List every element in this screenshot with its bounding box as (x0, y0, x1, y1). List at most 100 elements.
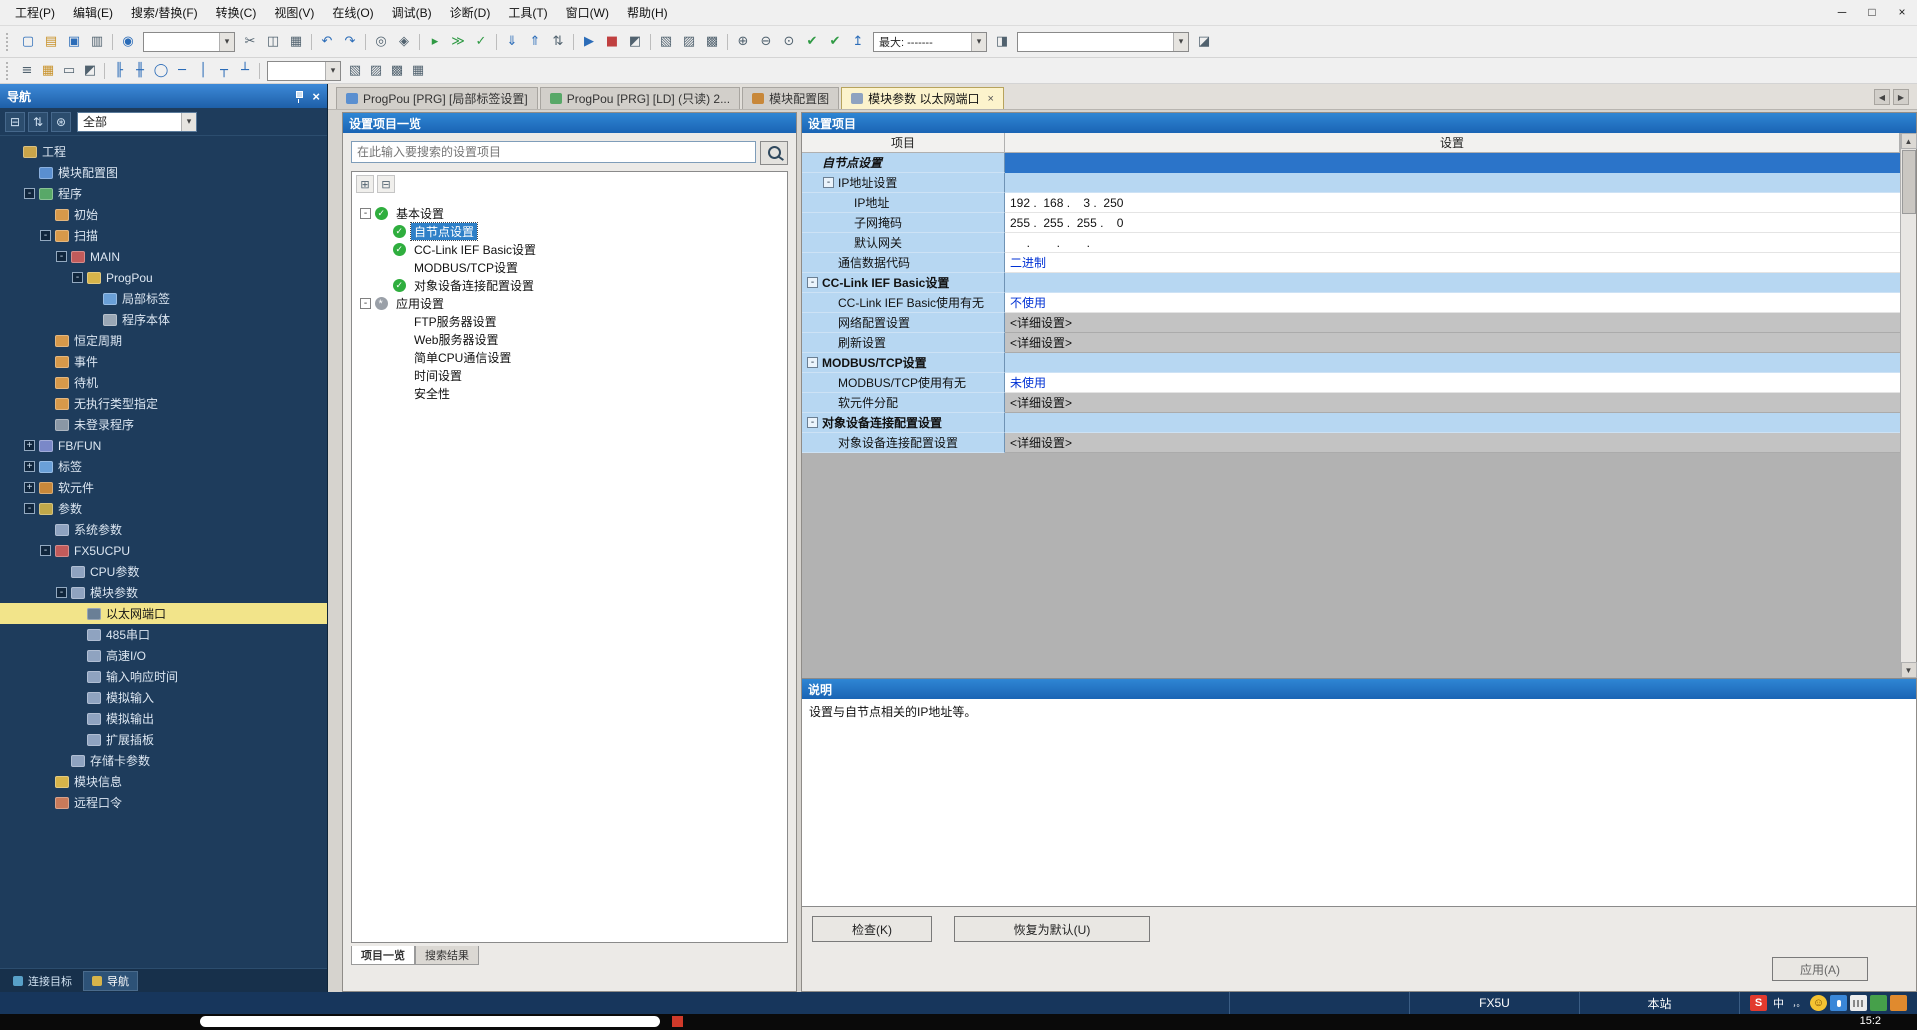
monitor-start-icon[interactable]: ▶ (578, 31, 600, 53)
settings-row[interactable]: MODBUS/TCP使用有无 未使用 (802, 373, 1900, 393)
expand-toggle-icon[interactable] (360, 298, 371, 309)
keyboard-icon[interactable] (1850, 995, 1867, 1011)
nav-tree-item[interactable]: 参数 (0, 498, 327, 519)
nav-tree-item[interactable]: 485串口 (0, 624, 327, 645)
collapse-all-icon[interactable]: ⊟ (377, 175, 395, 193)
setting-tree-item[interactable]: 安全性 (352, 384, 787, 402)
setting-item-cell[interactable]: 对象设备连接配置设置 (802, 413, 1005, 433)
nav-tree-item[interactable]: 待机 (0, 372, 327, 393)
document-tab[interactable]: 模块参数 以太网端口 × (841, 87, 1004, 109)
menu-item[interactable]: 窗口(W) (557, 2, 618, 24)
branch-line-icon[interactable]: ┬ (214, 61, 234, 81)
menu-item[interactable]: 视图(V) (265, 2, 323, 24)
expand-toggle-icon[interactable] (56, 587, 67, 598)
minimize-button[interactable]: ─ (1827, 3, 1857, 23)
scroll-down-icon[interactable]: ▼ (1901, 662, 1917, 678)
register-watch-icon[interactable]: ◪ (1193, 31, 1215, 53)
setting-item-cell[interactable]: MODBUS/TCP设置 (802, 353, 1005, 373)
setting-value-cell[interactable] (1005, 413, 1900, 433)
nav-tree-item[interactable]: 远程口令 (0, 792, 327, 813)
close-contact-icon[interactable]: ╫ (130, 61, 150, 81)
setting-tree-item[interactable]: 对象设备连接配置设置 (352, 276, 787, 294)
nav-tree-item[interactable]: 存储卡参数 (0, 750, 327, 771)
replace-icon[interactable]: ◈ (393, 31, 415, 53)
setting-tree-item[interactable]: CC-Link IEF Basic设置 (352, 240, 787, 258)
find-icon[interactable]: ◎ (370, 31, 392, 53)
expand-toggle-icon[interactable] (24, 440, 35, 451)
nav-tree-item[interactable]: 程序 (0, 183, 327, 204)
display-setting-icon[interactable]: ▦ (408, 61, 428, 81)
element-selection-icon[interactable]: ▦ (38, 61, 58, 81)
setting-tree-item[interactable]: 自节点设置 (352, 222, 787, 240)
delete-line-icon[interactable]: ┴ (235, 61, 255, 81)
settings-row[interactable]: IP地址设置 (802, 173, 1900, 193)
horizontal-line-icon[interactable]: ─ (172, 61, 192, 81)
print-icon[interactable]: ▥ (86, 31, 108, 53)
search-button[interactable] (760, 141, 788, 165)
watch-device-combo[interactable]: ▾ (1017, 32, 1189, 52)
scroll-tabs-right-icon[interactable]: ▶ (1893, 89, 1909, 105)
redo-icon[interactable]: ↷ (339, 31, 361, 53)
monitor-stop-icon[interactable]: ■ (601, 31, 623, 53)
expand-all-icon[interactable]: ⊞ (356, 175, 374, 193)
settings-row[interactable]: 默认网关 . . . (802, 233, 1900, 253)
expand-toggle-icon[interactable] (24, 188, 35, 199)
open-icon[interactable]: ▤ (40, 31, 62, 53)
cross-reference-icon[interactable]: ◨ (991, 31, 1013, 53)
setting-item-cell[interactable]: 默认网关 (802, 233, 1005, 253)
menu-item[interactable]: 编辑(E) (64, 2, 122, 24)
setting-item-cell[interactable]: 网络配置设置 (802, 313, 1005, 333)
setting-tree-item[interactable]: 应用设置 (352, 294, 787, 312)
output-window-icon[interactable]: ▭ (59, 61, 79, 81)
watch-max-combo[interactable]: 最大: -------▾ (873, 32, 987, 52)
nav-tree-item[interactable]: 初始 (0, 204, 327, 225)
menu-item[interactable]: 诊断(D) (441, 2, 500, 24)
setting-value-cell[interactable]: <详细设置> (1005, 313, 1900, 333)
skin-icon[interactable] (1870, 995, 1887, 1011)
sogou-logo-icon[interactable]: S (1750, 995, 1767, 1011)
navigation-tab[interactable]: 连接目标 (5, 971, 80, 991)
expand-toggle-icon[interactable] (72, 272, 83, 283)
coil-icon[interactable]: ◯ (151, 61, 171, 81)
nav-tree-item[interactable]: 输入响应时间 (0, 666, 327, 687)
setting-item-cell[interactable]: 刷新设置 (802, 333, 1005, 353)
setting-value-cell[interactable]: 192 . 168 . 3 . 250 (1005, 193, 1900, 213)
statement-display-icon[interactable]: ▨ (366, 61, 386, 81)
expand-toggle-icon[interactable] (807, 417, 818, 428)
setting-value-cell[interactable]: <详细设置> (1005, 333, 1900, 353)
nav-tree-item[interactable]: 标签 (0, 456, 327, 477)
navigation-tab[interactable]: 导航 (83, 971, 138, 991)
setting-value-cell[interactable]: 255 . 255 . 255 . 0 (1005, 213, 1900, 233)
settings-row[interactable]: MODBUS/TCP设置 (802, 353, 1900, 373)
nav-tree-item[interactable]: MAIN (0, 246, 327, 267)
punctuation-icon[interactable]: ，。 (1790, 995, 1807, 1011)
navigation-filter-combo[interactable]: 全部▾ (77, 112, 197, 132)
document-tab[interactable]: 模块配置图 (742, 87, 839, 109)
setting-value-cell[interactable] (1005, 353, 1900, 373)
settings-row[interactable]: 软元件分配 <详细设置> (802, 393, 1900, 413)
nav-tree-item[interactable]: 事件 (0, 351, 327, 372)
convert-icon[interactable]: ▸ (424, 31, 446, 53)
setting-item-cell[interactable]: 自节点设置 (802, 153, 1005, 173)
nav-tree-item[interactable]: 工程 (0, 141, 327, 162)
nav-tree-item[interactable]: 无执行类型指定 (0, 393, 327, 414)
comment-display-icon[interactable]: ▧ (345, 61, 365, 81)
nav-tree-item[interactable]: 系统参数 (0, 519, 327, 540)
check-program-icon[interactable]: ✓ (470, 31, 492, 53)
setting-tree-item[interactable]: Web服务器设置 (352, 330, 787, 348)
setting-value-cell[interactable]: <详细设置> (1005, 433, 1900, 453)
program-check-icon[interactable]: ✔ (801, 31, 823, 53)
taskbar-search[interactable] (200, 1016, 660, 1027)
scrollbar-thumb[interactable] (1902, 150, 1916, 214)
nav-tree-item[interactable]: 模块配置图 (0, 162, 327, 183)
setting-value-cell[interactable]: . . . (1005, 233, 1900, 253)
settings-row[interactable]: 对象设备连接配置设置 <详细设置> (802, 433, 1900, 453)
setting-tree-item[interactable]: 时间设置 (352, 366, 787, 384)
close-button[interactable]: × (1887, 3, 1917, 23)
vertical-scrollbar[interactable]: ▲ ▼ (1900, 133, 1916, 678)
apply-button[interactable]: 应用(A) (1772, 957, 1868, 981)
navigation-window-icon[interactable]: ≡ (17, 61, 37, 81)
nav-tree-item[interactable]: CPU参数 (0, 561, 327, 582)
setting-value-cell[interactable]: 不使用 (1005, 293, 1900, 313)
menu-item[interactable]: 调试(B) (383, 2, 441, 24)
